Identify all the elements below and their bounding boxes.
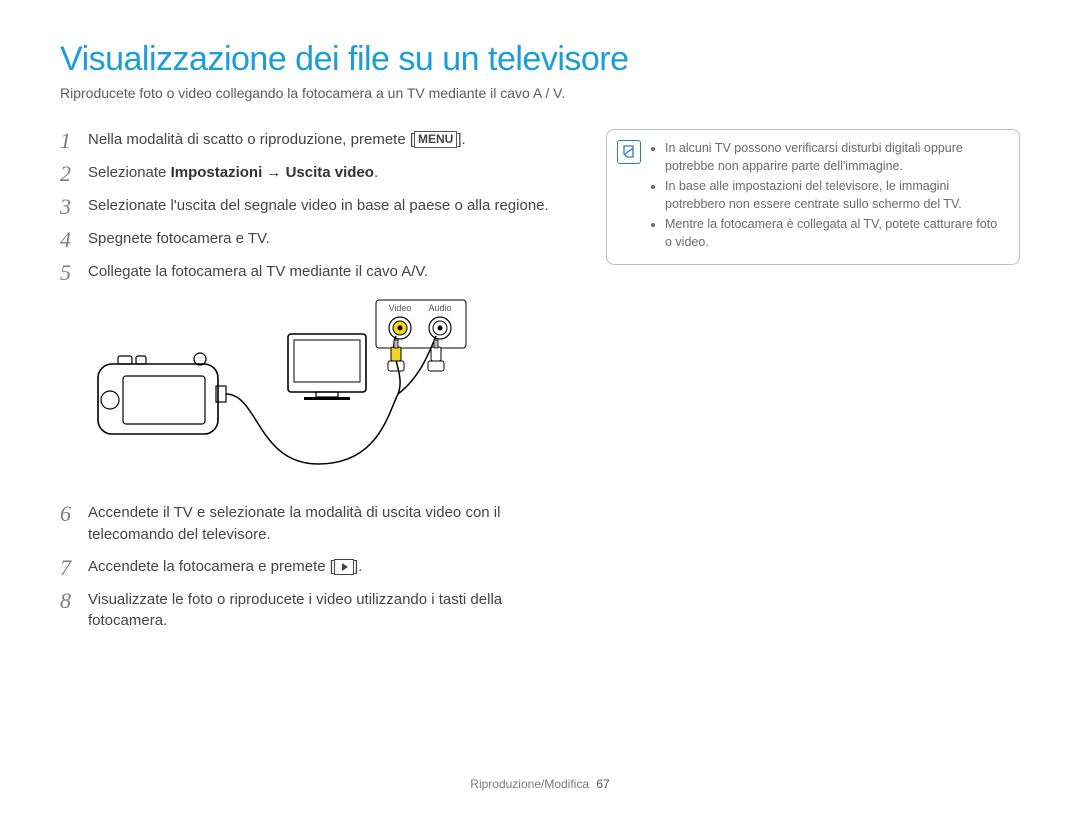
- step-text: Selezionate l'uscita del segnale video i…: [88, 195, 570, 217]
- step-text: Accendete il TV e selezionate la modalit…: [88, 502, 570, 546]
- step-7: 7 Accendete la fotocamera e premete [].: [60, 556, 570, 579]
- step-2: 2 Selezionate Impostazioni → Uscita vide…: [60, 162, 570, 185]
- step-4: 4 Spegnete fotocamera e TV.: [60, 228, 570, 251]
- step-text: Collegate la fotocamera al TV mediante i…: [88, 261, 570, 283]
- step-text: Nella modalità di scatto o riproduzione,…: [88, 129, 570, 151]
- av-plug-audio: [428, 340, 444, 371]
- connection-diagram: Video Audio: [88, 294, 478, 494]
- step-number: 4: [60, 228, 88, 251]
- step-1: 1 Nella modalità di scatto o riproduzion…: [60, 129, 570, 152]
- step-number: 2: [60, 162, 88, 185]
- av-plug-video: [388, 340, 404, 371]
- step-text: Spegnete fotocamera e TV.: [88, 228, 570, 250]
- step-number: 6: [60, 502, 88, 525]
- note-box: In alcuni TV possono verificarsi disturb…: [606, 129, 1020, 265]
- left-column: 1 Nella modalità di scatto o riproduzion…: [60, 129, 570, 642]
- svg-text:Audio: Audio: [428, 303, 451, 313]
- svg-text:Video: Video: [389, 303, 412, 313]
- step-number: 7: [60, 556, 88, 579]
- page-subtitle: Riproducete foto o video collegando la f…: [60, 85, 1020, 101]
- manual-page: Visualizzazione dei file su un televisor…: [0, 0, 1080, 662]
- note-list: In alcuni TV possono verificarsi disturb…: [651, 140, 1005, 251]
- step-5: 5 Collegate la fotocamera al TV mediante…: [60, 261, 570, 284]
- tv-icon: [288, 334, 366, 400]
- step-2-post: .: [374, 164, 378, 181]
- menu-button-label: MENU: [414, 131, 457, 148]
- step-text: Selezionate Impostazioni → Uscita video.: [88, 162, 570, 184]
- tv-av-ports: Video Audio: [376, 300, 466, 348]
- step-3: 3 Selezionate l'uscita del segnale video…: [60, 195, 570, 218]
- step-2-pre: Selezionate: [88, 164, 171, 181]
- note-item: Mentre la fotocamera è collegata al TV, …: [665, 216, 1005, 251]
- content-columns: 1 Nella modalità di scatto o riproduzion…: [60, 129, 1020, 642]
- page-title: Visualizzazione dei file su un televisor…: [60, 40, 1020, 79]
- step-number: 3: [60, 195, 88, 218]
- footer-page-number: 67: [596, 777, 609, 791]
- step-number: 5: [60, 261, 88, 284]
- step-number: 8: [60, 589, 88, 612]
- step-text: Visualizzate le foto o riproducete i vid…: [88, 589, 570, 633]
- step-7-post: ].: [354, 558, 362, 575]
- step-6: 6 Accendete il TV e selezionate la modal…: [60, 502, 570, 546]
- footer-section: Riproduzione/Modifica: [470, 777, 589, 791]
- note-item: In base alle impostazioni del televisore…: [665, 178, 1005, 213]
- note-item: In alcuni TV possono verificarsi disturb…: [665, 140, 1005, 175]
- step-1-pre: Nella modalità di scatto o riproduzione,…: [88, 131, 414, 148]
- step-text: Accendete la fotocamera e premete [].: [88, 556, 570, 578]
- page-footer: Riproduzione/Modifica 67: [0, 777, 1080, 791]
- note-icon: [617, 140, 641, 164]
- step-2-bold: Impostazioni → Uscita video: [171, 164, 374, 181]
- step-1-post: ].: [457, 131, 465, 148]
- play-icon: [334, 559, 354, 575]
- right-column: In alcuni TV possono verificarsi disturb…: [606, 129, 1020, 642]
- step-number: 1: [60, 129, 88, 152]
- camera-icon: [98, 353, 226, 434]
- step-8: 8 Visualizzate le foto o riproducete i v…: [60, 589, 570, 633]
- step-7-pre: Accendete la fotocamera e premete [: [88, 558, 334, 575]
